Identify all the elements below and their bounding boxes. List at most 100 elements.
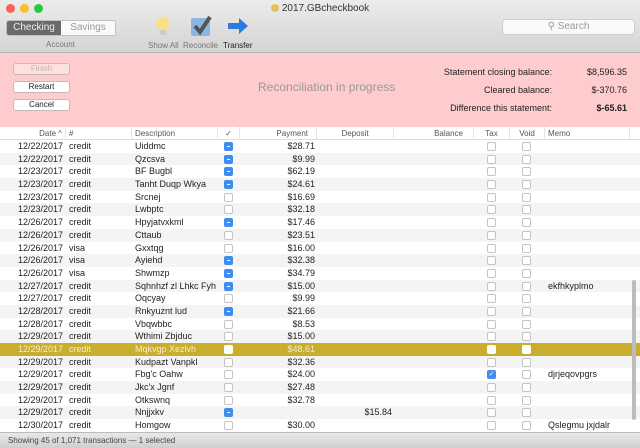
col-date[interactable]: Date ^ — [0, 127, 66, 140]
void-checkbox[interactable] — [522, 294, 531, 304]
void-checkbox[interactable] — [522, 154, 531, 164]
reconciled-checkbox[interactable] — [224, 218, 233, 228]
search-input[interactable]: ⚲ Search — [502, 19, 635, 35]
reconciled-checkbox[interactable] — [224, 306, 233, 316]
tax-checkbox[interactable] — [487, 306, 496, 316]
void-checkbox[interactable] — [522, 142, 531, 151]
void-checkbox[interactable] — [522, 230, 531, 240]
restart-button[interactable]: Restart — [13, 81, 70, 93]
table-row[interactable]: 12/29/2017 credit Nnjjxkv $15.84 — [0, 406, 640, 420]
table-row[interactable]: 12/27/2017 credit Sqhnhzf zl Lhkc Fyh $15.0… — [0, 279, 640, 293]
reconciled-checkbox[interactable] — [224, 268, 233, 278]
col-memo[interactable]: Memo — [545, 127, 630, 140]
reconciled-checkbox[interactable] — [224, 370, 233, 380]
reconciled-checkbox[interactable] — [224, 256, 233, 266]
tax-checkbox[interactable] — [487, 142, 496, 151]
reconcile-button[interactable]: Reconcile — [183, 15, 218, 50]
tax-checkbox[interactable] — [487, 256, 496, 266]
col-num[interactable]: # — [66, 127, 132, 140]
void-checkbox[interactable] — [522, 180, 531, 190]
void-checkbox[interactable] — [522, 357, 531, 367]
account-checking[interactable]: Checking — [7, 21, 61, 35]
tax-checkbox[interactable] — [487, 383, 496, 393]
table-row[interactable]: 12/29/2017 credit Wthimi Zbjduc $15.00 — [0, 330, 640, 343]
table-row[interactable]: 12/26/2017 visa Shwmzp $34.79 — [0, 267, 640, 280]
tax-checkbox[interactable] — [487, 230, 496, 240]
tax-checkbox[interactable] — [487, 319, 496, 329]
void-checkbox[interactable] — [522, 167, 531, 177]
tax-checkbox[interactable] — [487, 243, 496, 253]
void-checkbox[interactable] — [522, 319, 531, 329]
tax-checkbox[interactable] — [487, 421, 496, 431]
void-checkbox[interactable] — [522, 218, 531, 228]
table-row[interactable]: 12/23/2017 credit Lwbptc $32.18 — [0, 203, 640, 217]
table-row[interactable]: 12/26/2017 visa Gxxtqg $16.00 — [0, 242, 640, 255]
table-row[interactable]: 12/26/2017 visa Ayiehd $32.38 — [0, 254, 640, 267]
reconciled-checkbox[interactable] — [224, 319, 233, 329]
col-reconciled[interactable]: ✓ — [218, 127, 240, 140]
tax-checkbox[interactable] — [487, 332, 496, 342]
void-checkbox[interactable] — [522, 306, 531, 316]
table-row[interactable]: 12/23/2017 credit BF Bugbl $62.19 — [0, 165, 640, 178]
void-checkbox[interactable] — [522, 332, 531, 342]
table-row[interactable]: 12/29/2017 credit Kudpazt Vanpkl $32.36 — [0, 355, 640, 369]
show-all-button[interactable]: Show All — [148, 15, 179, 50]
void-checkbox[interactable] — [522, 268, 531, 278]
reconciled-checkbox[interactable] — [224, 345, 233, 354]
reconciled-checkbox[interactable] — [224, 230, 233, 240]
table-row[interactable]: 12/30/2017 credit Homgow $30.00 Qslegmu jxjd… — [0, 419, 640, 432]
tax-checkbox[interactable] — [487, 205, 496, 215]
reconciled-checkbox[interactable] — [224, 357, 233, 367]
void-checkbox[interactable] — [522, 256, 531, 266]
void-checkbox[interactable] — [522, 243, 531, 253]
table-row[interactable]: 12/28/2017 credit Vbqwbbc $8.53 — [0, 318, 640, 331]
tax-checkbox[interactable] — [487, 192, 496, 202]
void-checkbox[interactable] — [522, 281, 531, 291]
void-checkbox[interactable] — [522, 205, 531, 215]
reconciled-checkbox[interactable] — [224, 408, 233, 418]
void-checkbox[interactable] — [522, 345, 531, 354]
tax-checkbox[interactable] — [487, 408, 496, 418]
reconciled-checkbox[interactable] — [224, 167, 233, 177]
void-checkbox[interactable] — [522, 395, 531, 405]
table-row[interactable]: 12/26/2017 credit Cttaub $23.51 — [0, 228, 640, 242]
void-checkbox[interactable] — [522, 408, 531, 418]
account-selector[interactable]: Checking Savings — [6, 20, 116, 36]
reconciled-checkbox[interactable] — [224, 294, 233, 304]
reconciled-checkbox[interactable] — [224, 192, 233, 202]
finish-button[interactable]: Finish — [13, 63, 70, 75]
tax-checkbox[interactable] — [487, 268, 496, 278]
void-checkbox[interactable] — [522, 421, 531, 431]
tax-checkbox[interactable] — [487, 218, 496, 228]
table-row[interactable]: 12/23/2017 credit Tanht Duqp Wkya $24.61 — [0, 178, 640, 191]
vertical-scrollbar[interactable] — [632, 280, 636, 420]
reconciled-checkbox[interactable] — [224, 421, 233, 431]
reconciled-checkbox[interactable] — [224, 383, 233, 393]
tax-checkbox[interactable] — [487, 180, 496, 190]
tax-checkbox[interactable] — [487, 281, 496, 291]
account-savings[interactable]: Savings — [61, 21, 115, 35]
table-row[interactable]: 12/22/2017 credit Qzcsva $9.99 — [0, 152, 640, 166]
table-row[interactable]: 12/22/2017 credit Uiddmc $28.71 — [0, 140, 640, 153]
col-tax[interactable]: Tax — [474, 127, 510, 140]
reconciled-checkbox[interactable] — [224, 154, 233, 164]
void-checkbox[interactable] — [522, 370, 531, 380]
col-deposit[interactable]: Deposit — [317, 127, 394, 140]
reconciled-checkbox[interactable] — [224, 205, 233, 215]
tax-checkbox[interactable] — [487, 154, 496, 164]
tax-checkbox[interactable]: ✓ — [487, 370, 496, 380]
reconciled-checkbox[interactable] — [224, 180, 233, 190]
table-row[interactable]: 12/29/2017 credit Jkc'x Jgnf $27.48 — [0, 381, 640, 394]
table-row[interactable]: 12/28/2017 credit Rnkyuznt lud $21.66 — [0, 304, 640, 318]
reconciled-checkbox[interactable] — [224, 332, 233, 342]
reconciled-checkbox[interactable] — [224, 243, 233, 253]
table-row[interactable]: 12/23/2017 credit Srcnej $16.69 — [0, 191, 640, 204]
reconciled-checkbox[interactable] — [224, 395, 233, 405]
tax-checkbox[interactable] — [487, 395, 496, 405]
cancel-button[interactable]: Cancel — [13, 99, 70, 111]
table-row[interactable]: 12/29/2017 credit Fbg'c Oahw $24.00 djrjeqov… — [0, 368, 640, 381]
reconciled-checkbox[interactable] — [224, 142, 233, 151]
reconciled-checkbox[interactable] — [224, 281, 233, 291]
table-row[interactable]: 12/29/2017 credit Mqkvgp Xezlvh $48.61 — [0, 343, 640, 356]
void-checkbox[interactable] — [522, 383, 531, 393]
